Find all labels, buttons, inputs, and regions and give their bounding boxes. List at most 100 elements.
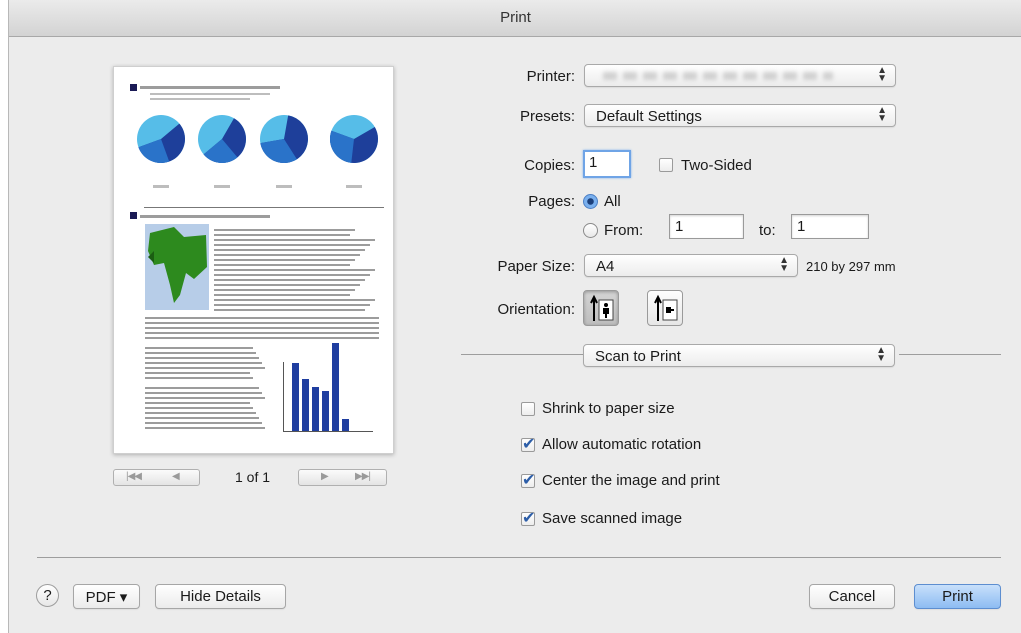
- two-sided-checkbox[interactable]: [659, 158, 673, 172]
- text-line: [145, 422, 262, 424]
- text-line: [145, 402, 250, 404]
- text-line: [145, 392, 262, 394]
- landscape-icon: [654, 294, 678, 321]
- text-line: [145, 337, 379, 339]
- text-line: [150, 93, 270, 95]
- text-line: [214, 309, 365, 311]
- first-page-icon[interactable]: |◀◀: [126, 471, 142, 482]
- presets-popup[interactable]: Default Settings ▲ ▼: [584, 104, 896, 127]
- chart-axis: [283, 431, 373, 432]
- portrait-orientation-button[interactable]: [583, 290, 619, 326]
- section-divider-right: [899, 354, 1001, 355]
- text-line: [145, 417, 259, 419]
- presets-label: Presets:: [519, 108, 575, 125]
- text-line: [145, 347, 253, 349]
- text-line: [214, 269, 375, 271]
- shrink-checkbox[interactable]: [521, 402, 535, 416]
- text-line: [214, 239, 375, 241]
- pages-label: Pages:: [528, 193, 575, 210]
- text-line: [145, 397, 265, 399]
- auto-rotation-label: Allow automatic rotation: [542, 436, 702, 453]
- pie-caption: [214, 185, 230, 188]
- save-scanned-checkbox[interactable]: [521, 508, 535, 528]
- paper-size-value: A4: [596, 258, 615, 275]
- text-line: [145, 362, 262, 364]
- popup-arrows-icon: ▲ ▼: [779, 255, 789, 274]
- preview-bar: [322, 391, 329, 431]
- printer-popup[interactable]: ▲ ▼: [584, 64, 896, 87]
- preview-bar: [332, 343, 339, 431]
- popup-arrows-icon: ▲ ▼: [877, 65, 887, 84]
- preview-thumbnail: [130, 84, 384, 432]
- paper-size-popup[interactable]: A4 ▲ ▼: [584, 254, 798, 277]
- text-line: [145, 317, 379, 319]
- text-line: [214, 229, 355, 231]
- preview-bar: [342, 419, 349, 431]
- copies-field[interactable]: 1: [583, 150, 631, 178]
- orientation-label: Orientation:: [497, 301, 575, 318]
- pdf-menu-button[interactable]: PDF ▾: [73, 584, 140, 609]
- text-line: [145, 322, 379, 324]
- help-button[interactable]: ?: [36, 584, 59, 607]
- pages-all-label: All: [604, 193, 621, 210]
- paper-dimensions: 210 by 297 mm: [806, 259, 896, 274]
- save-scanned-label: Save scanned image: [542, 510, 683, 527]
- pages-to-label: to:: [759, 222, 776, 239]
- text-line: [214, 234, 350, 236]
- landscape-orientation-button[interactable]: [647, 290, 683, 326]
- text-line: [145, 332, 379, 334]
- title-bar: Print: [9, 0, 1021, 37]
- cancel-button[interactable]: Cancel: [809, 584, 895, 609]
- prev-page-icon[interactable]: ◀: [172, 471, 180, 482]
- text-line: [214, 249, 365, 251]
- section-divider-left: [461, 354, 583, 355]
- text-line: [145, 427, 265, 429]
- last-page-icon[interactable]: ▶▶|: [355, 471, 371, 482]
- help-icon: ?: [43, 587, 52, 604]
- pages-from-radio[interactable]: [583, 223, 598, 238]
- text-line: [214, 264, 350, 266]
- text-line: [145, 407, 253, 409]
- text-line: [140, 86, 280, 89]
- pages-from-field[interactable]: 1: [669, 214, 744, 239]
- section-popup[interactable]: Scan to Print ▲ ▼: [583, 344, 895, 367]
- pages-all-radio[interactable]: [583, 194, 598, 209]
- popup-arrows-icon: ▲ ▼: [877, 105, 887, 124]
- text-line: [145, 377, 253, 379]
- text-line: [214, 284, 360, 286]
- text-line: [140, 215, 270, 218]
- copies-label: Copies:: [524, 157, 575, 174]
- text-line: [214, 289, 355, 291]
- first-prev-page-buttons[interactable]: |◀◀ ◀: [113, 469, 200, 486]
- center-image-checkbox[interactable]: [521, 470, 535, 490]
- chart-axis: [283, 362, 284, 432]
- text-line: [145, 357, 259, 359]
- pages-from-label: From:: [604, 222, 644, 239]
- preview-bar: [302, 379, 309, 431]
- preview-bar: [312, 387, 319, 431]
- next-last-page-buttons[interactable]: ▶ ▶▶|: [298, 469, 387, 486]
- text-line: [214, 294, 350, 296]
- preview-bar: [292, 363, 299, 431]
- text-line: [150, 98, 250, 100]
- popup-arrows-icon: ▲ ▼: [876, 345, 886, 364]
- section-marker: [130, 212, 137, 219]
- auto-rotation-checkbox[interactable]: [521, 434, 535, 454]
- pie-caption: [153, 185, 169, 188]
- print-button[interactable]: Print: [914, 584, 1001, 609]
- paper-size-label: Paper Size:: [497, 258, 575, 275]
- text-line: [145, 412, 256, 414]
- page-preview: [113, 66, 394, 454]
- portrait-icon: [590, 294, 614, 321]
- next-page-icon[interactable]: ▶: [321, 471, 329, 482]
- hide-details-button[interactable]: Hide Details: [155, 584, 286, 609]
- footer-divider: [37, 557, 1001, 558]
- text-line: [145, 367, 265, 369]
- text-line: [214, 279, 365, 281]
- text-line: [145, 387, 259, 389]
- printer-label: Printer:: [526, 68, 575, 85]
- text-line: [214, 244, 370, 246]
- pages-to-field[interactable]: 1: [791, 214, 869, 239]
- printer-name-blurred: [603, 72, 833, 80]
- text-line: [214, 299, 375, 301]
